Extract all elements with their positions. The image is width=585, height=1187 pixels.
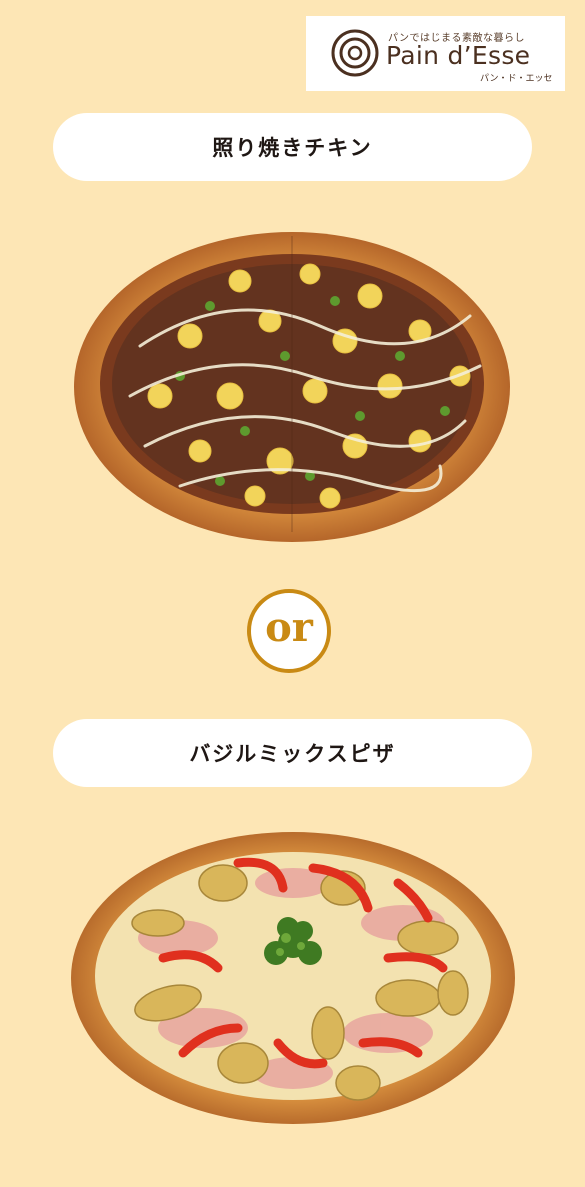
- basil-mix-pizza-image: [71, 832, 515, 1124]
- item-label-teriyaki-chicken: 照り焼きチキン: [53, 113, 532, 181]
- teriyaki-chicken-pizza-image: [74, 232, 510, 542]
- brand-logo: パンではじまる素敵な暮らし Pain d’Esse パン・ド・エッセ: [306, 16, 565, 91]
- or-separator-badge: or: [247, 589, 331, 673]
- brand-name: Pain d’Esse: [386, 41, 531, 70]
- brand-kana: パン・ド・エッセ: [480, 74, 553, 84]
- logo-mark-icon: [331, 29, 379, 77]
- or-separator-text: or: [265, 604, 313, 651]
- item-label-basil-mix-pizza: バジルミックスピザ: [53, 719, 532, 787]
